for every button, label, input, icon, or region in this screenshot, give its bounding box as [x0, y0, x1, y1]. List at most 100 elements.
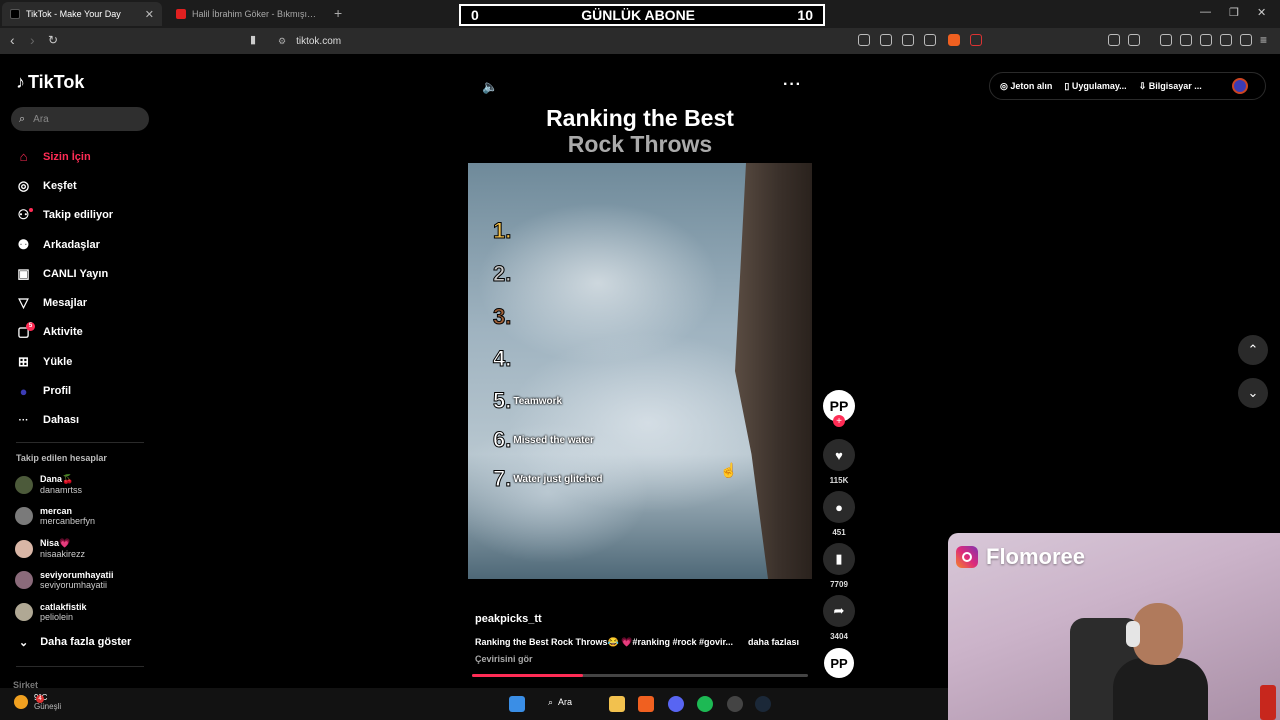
wallet-icon[interactable]	[1200, 34, 1212, 46]
chrome-icon[interactable]	[727, 696, 743, 712]
browser-tab-youtube[interactable]: Halil İbrahim Göker - Bıkmışım Dünya	[168, 2, 330, 26]
spotify-icon[interactable]	[697, 696, 713, 712]
windows-taskbar: 4 9°C Güneşli ⌕ Ara	[0, 688, 948, 720]
sound-avatar[interactable]: PP	[824, 648, 854, 678]
search-input[interactable]: ⌕ Ara	[11, 107, 149, 131]
weather-condition: Güneşli	[34, 702, 62, 711]
account-handle: seviyorumhayatii	[40, 580, 108, 590]
like-button[interactable]: ♥	[823, 439, 855, 471]
desktop-app-button[interactable]: ⇩ Bilgisayar ...	[1139, 81, 1202, 92]
windows-start-icon[interactable]	[509, 696, 525, 712]
following-account[interactable]: Nisa💗 nisaakirezz	[15, 538, 85, 559]
rank-item: 2.	[492, 261, 513, 287]
new-tab-icon[interactable]: +	[334, 5, 342, 21]
site-info-icon[interactable]: ⚙	[278, 36, 286, 47]
volume-icon[interactable]: 🔈	[482, 79, 498, 95]
translate-icon[interactable]	[902, 34, 914, 46]
bookmark-icon[interactable]: ▮	[250, 33, 256, 46]
sidebar-icon[interactable]	[1180, 34, 1192, 46]
streamer-name: Flomoree	[986, 544, 1086, 569]
discord-icon[interactable]	[668, 696, 684, 712]
subscriber-counter-overlay: 0 GÜNLÜK ABONE 10	[459, 4, 825, 26]
sun-icon	[14, 695, 28, 709]
reload-icon[interactable]: ↻	[48, 33, 58, 47]
steam-icon[interactable]	[755, 696, 771, 712]
sidebar-item-activity[interactable]: ▢ 5 Aktivite	[16, 318, 113, 347]
close-icon[interactable]: ✕	[145, 8, 154, 21]
vpn-icon[interactable]	[1240, 34, 1252, 46]
upload-icon: ⊞	[18, 353, 29, 369]
following-account[interactable]: seviyorumhayatii seviyorumhayatii	[15, 570, 114, 590]
extensions-icon[interactable]	[1108, 34, 1120, 46]
save-count: 7709	[830, 580, 848, 589]
minimize-icon[interactable]: —	[1200, 6, 1211, 18]
next-video-button[interactable]: ⌄	[1238, 378, 1268, 408]
account-handle: danamrtss	[40, 485, 83, 495]
drink-can	[1260, 685, 1276, 720]
see-translation-link[interactable]: Çevirisini gör	[475, 654, 533, 664]
window-close-icon[interactable]: ✕	[1257, 6, 1266, 19]
sidebar-item-profile[interactable]: ● Profil	[16, 376, 113, 405]
file-explorer-icon[interactable]	[609, 696, 625, 712]
brave-shield-icon[interactable]	[948, 34, 960, 46]
top-right-actions: ◎ Jeton alın ▯ Uygulamay... ⇩ Bilgisayar…	[989, 72, 1266, 100]
video-rocks	[735, 163, 812, 579]
browser-tab-tiktok[interactable]: TikTok - Make Your Day ✕	[2, 2, 162, 26]
media-icon[interactable]	[1160, 34, 1172, 46]
save-button[interactable]: ▮	[823, 543, 855, 575]
back-icon[interactable]: ‹	[10, 32, 15, 48]
extension-icon[interactable]	[858, 34, 870, 46]
rank-label: Missed the water	[513, 434, 594, 446]
forward-icon[interactable]: ›	[30, 32, 35, 48]
tab-title: Halil İbrahim Göker - Bıkmışım Dünya	[192, 9, 322, 19]
rank-label: Water just glitched	[513, 473, 603, 485]
get-coins-button[interactable]: ◎ Jeton alın	[1000, 81, 1052, 92]
sidebar-item-explore[interactable]: ◎ Keşfet	[16, 171, 113, 200]
sidebar-item-more[interactable]: ··· Dahası	[16, 406, 113, 435]
avatar	[15, 571, 33, 589]
rank-number: 1.	[492, 218, 512, 244]
sidebar-item-for-you[interactable]: ⌂ Sizin İçin	[16, 142, 113, 171]
rank-number: 5.	[492, 388, 512, 414]
brave-rewards-icon[interactable]	[970, 34, 982, 46]
weather-widget[interactable]: 4 9°C Güneşli	[14, 693, 61, 711]
video-player[interactable]: 1. 2. 3. 4. 5. Teamwork 6. Missed the wa…	[468, 163, 812, 579]
activity-badge: 5	[26, 321, 35, 331]
search-placeholder: Ara	[33, 113, 49, 125]
taskbar-search[interactable]: ⌕ Ara	[548, 697, 572, 708]
share-button[interactable]: ➦	[823, 595, 855, 627]
show-more-button[interactable]: ⌄ Daha fazla göster	[19, 636, 131, 649]
rank-item: 3.	[492, 304, 513, 330]
notification-dot	[29, 207, 33, 212]
comment-button[interactable]: ●	[823, 491, 855, 523]
video-author[interactable]: peakpicks_tt	[475, 613, 542, 625]
following-account[interactable]: catlakfistik peliolein	[15, 602, 87, 622]
sidebar-item-messages[interactable]: ▽ Mesajlar	[16, 288, 113, 317]
brave-browser-icon[interactable]	[638, 696, 654, 712]
show-more-description-link[interactable]: daha fazlası	[748, 637, 799, 647]
heart-icon: ♥	[835, 447, 843, 463]
streamer-body	[1113, 658, 1208, 720]
tiktok-logo[interactable]: ♪ TikTok	[16, 72, 84, 93]
following-account[interactable]: Dana🍒 danamrtss	[15, 474, 82, 495]
user-avatar[interactable]	[1231, 78, 1248, 94]
following-account[interactable]: mercan mercanberfyn	[15, 506, 95, 526]
extension-icon[interactable]	[880, 34, 892, 46]
maximize-icon[interactable]: ❐	[1229, 6, 1239, 19]
video-progress-bar[interactable]	[472, 674, 808, 677]
menu-icon[interactable]: ≡	[1260, 33, 1267, 47]
tab-search-icon[interactable]	[1128, 34, 1140, 46]
follow-plus-icon[interactable]: +	[833, 415, 845, 427]
sidebar-item-friends[interactable]: ⚉ Arkadaşlar	[16, 230, 113, 259]
sidebar-item-upload[interactable]: ⊞ Yükle	[16, 347, 113, 376]
more-options-icon[interactable]: ···	[783, 76, 802, 94]
instagram-icon	[956, 546, 978, 568]
share-icon[interactable]	[924, 34, 936, 46]
leo-icon[interactable]	[1220, 34, 1232, 46]
previous-video-button[interactable]: ⌃	[1238, 335, 1268, 365]
get-app-button[interactable]: ▯ Uygulamay...	[1064, 81, 1126, 92]
sidebar-item-label: CANLI Yayın	[43, 267, 109, 280]
coins-label: Jeton alın	[1010, 80, 1053, 91]
sidebar-item-live[interactable]: ▣ CANLI Yayın	[16, 259, 113, 288]
sidebar-item-following[interactable]: ⚇ Takip ediliyor	[16, 201, 113, 230]
